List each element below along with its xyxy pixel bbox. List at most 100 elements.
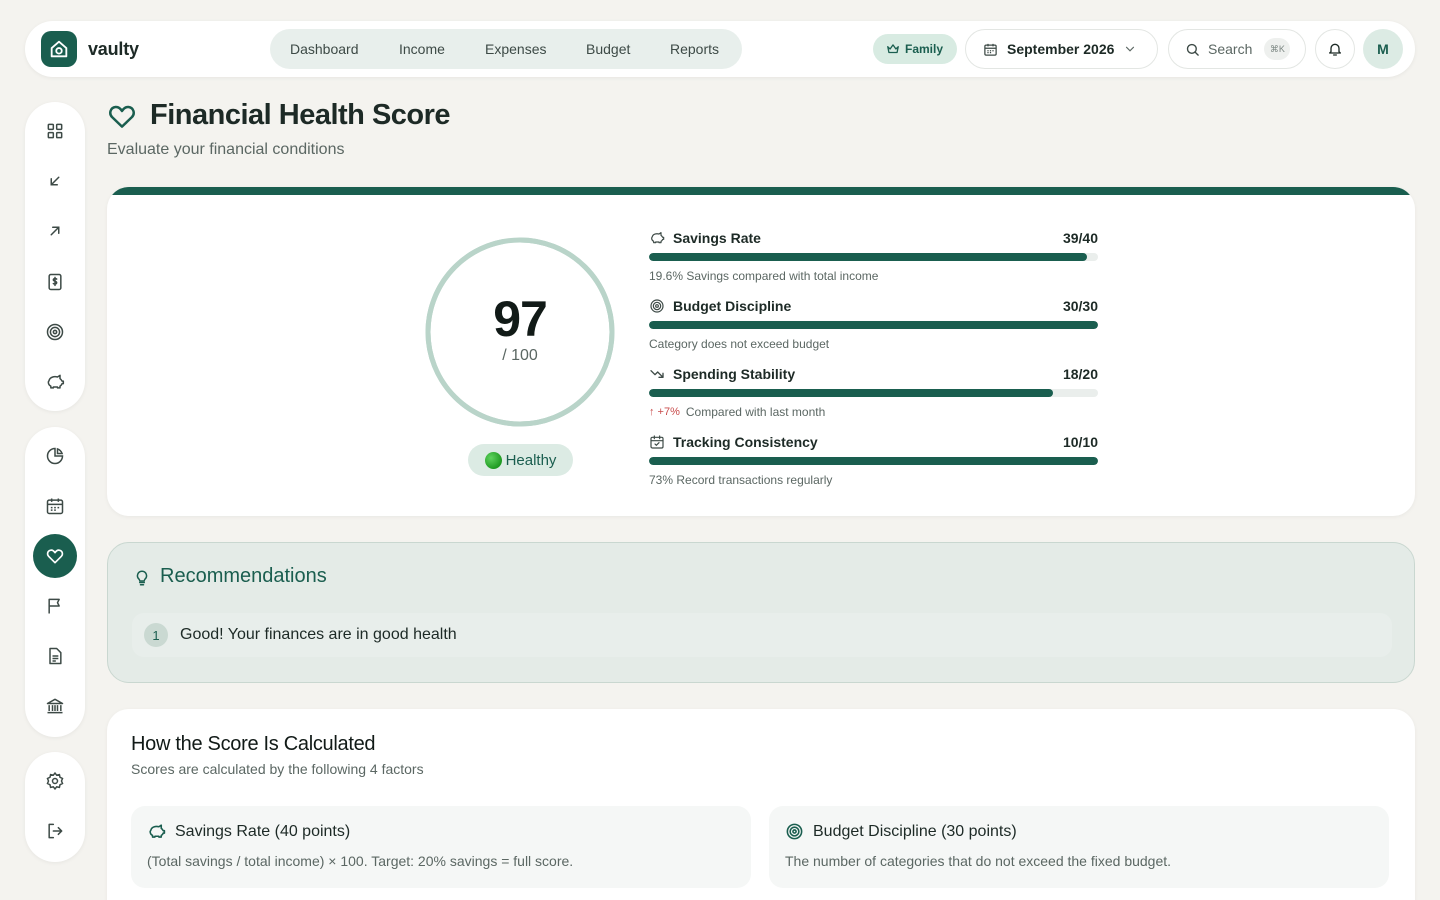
sidebar-item-goals[interactable] — [33, 310, 77, 354]
factor-name: Budget Discipline — [673, 298, 792, 314]
factor-name: Tracking Consistency — [673, 434, 818, 450]
side-rail-primary — [25, 102, 85, 411]
pie-chart-icon — [46, 447, 64, 465]
main-nav: Dashboard Income Expenses Budget Reports — [270, 29, 742, 69]
arrow-up-right-icon — [50, 226, 60, 236]
month-selector[interactable]: September 2026 — [965, 29, 1158, 69]
factor-progress-bar — [649, 253, 1098, 261]
factor-savings-rate: Savings Rate 39/40 19.6% Savings compare… — [649, 229, 1098, 283]
calendar-check-icon — [650, 435, 664, 449]
target-icon — [786, 823, 803, 840]
search-button[interactable]: Search ⌘K — [1168, 29, 1306, 69]
arrow-down-left-icon — [50, 176, 60, 186]
factor-budget-discipline: Budget Discipline 30/30 Category does no… — [649, 297, 1098, 351]
factor-progress-fill — [649, 253, 1087, 261]
calculation-card: How the Score Is Calculated Scores are c… — [107, 709, 1415, 900]
sidebar-item-documents[interactable] — [33, 634, 77, 678]
logout-icon — [48, 823, 63, 839]
document-icon — [49, 647, 62, 665]
sidebar-item-settings[interactable] — [33, 759, 77, 803]
status-label: Healthy — [505, 451, 557, 469]
plan-badge[interactable]: Family — [873, 34, 957, 64]
sidebar-item-accounts[interactable] — [33, 684, 77, 728]
factor-progress-bar — [649, 389, 1098, 397]
receipt-dollar-icon — [48, 273, 62, 291]
factor-score: 30/30 — [1062, 298, 1098, 314]
factor-note: Compared with last month — [685, 405, 826, 419]
sidebar-item-income[interactable] — [33, 159, 77, 203]
trend-indicator: ↑ +7% — [649, 406, 680, 418]
heart-icon — [106, 101, 138, 131]
target-icon — [46, 323, 64, 341]
heart-icon — [46, 549, 64, 564]
side-rail-secondary — [25, 427, 85, 737]
factor-progress-fill — [649, 457, 1098, 465]
factor-spending-stability: Spending Stability 18/20 ↑ +7% Compared … — [649, 365, 1098, 419]
crown-icon — [887, 44, 899, 54]
flag-icon — [48, 598, 60, 614]
calculation-title: How the Score Is Calculated — [131, 733, 376, 755]
calc-tile-savings-rate: Savings Rate (40 points) (Total savings … — [131, 806, 751, 888]
sidebar-item-savings[interactable] — [33, 360, 77, 404]
nav-item-budget[interactable]: Budget — [586, 41, 670, 57]
sidebar-item-milestones[interactable] — [33, 584, 77, 628]
nav-item-income[interactable]: Income — [399, 41, 485, 57]
calc-tile-name: Savings Rate (40 points) — [175, 822, 351, 840]
sidebar-item-dashboard[interactable] — [33, 109, 77, 153]
trending-down-icon — [650, 370, 664, 378]
nav-item-expenses[interactable]: Expenses — [485, 41, 586, 57]
nav-item-reports[interactable]: Reports — [670, 41, 730, 57]
recommendation-item: 1 Good! Your finances are in good health — [132, 613, 1392, 657]
factor-score: 10/10 — [1062, 434, 1098, 450]
recommendations-title: Recommendations — [160, 565, 327, 587]
factor-progress-fill — [649, 389, 1054, 397]
factor-name: Spending Stability — [673, 366, 796, 382]
sidebar-item-logout[interactable] — [33, 809, 77, 853]
piggy-bank-icon — [651, 232, 665, 244]
sidebar-item-health[interactable] — [33, 534, 77, 578]
avatar[interactable]: M — [1363, 29, 1403, 69]
score-max: / 100 — [502, 347, 538, 364]
calculation-subtitle: Scores are calculated by the following 4… — [131, 761, 424, 777]
calc-tile-budget-discipline: Budget Discipline (30 points) The number… — [769, 806, 1389, 888]
plan-badge-label: Family — [905, 42, 944, 56]
sidebar-item-expenses[interactable] — [33, 209, 77, 253]
sidebar-item-calendar[interactable] — [33, 484, 77, 528]
calc-tile-desc: (Total savings / total income) × 100. Ta… — [147, 853, 574, 869]
factor-score: 18/20 — [1062, 366, 1098, 382]
top-bar: vaulty Dashboard Income Expenses Budget … — [25, 21, 1415, 77]
factor-score: 39/40 — [1062, 230, 1098, 246]
sidebar-item-analytics[interactable] — [33, 434, 77, 478]
piggy-bank-icon — [149, 824, 166, 838]
search-label: Search — [1208, 41, 1253, 57]
piggy-bank-icon — [47, 374, 65, 389]
chevron-down-icon — [1126, 46, 1135, 52]
status-badge: Healthy — [468, 444, 573, 476]
recommendation-number: 1 — [144, 623, 168, 647]
side-rail-footer — [25, 752, 85, 862]
search-icon — [1186, 43, 1199, 56]
bell-icon — [1329, 43, 1341, 56]
score-card: 97 / 100 Healthy Savings Rate 39/40 19.6… — [107, 187, 1415, 516]
factor-name: Savings Rate — [673, 230, 761, 246]
search-shortcut: ⌘K — [1264, 38, 1291, 60]
score-value: 97 — [493, 291, 548, 347]
calendar-icon — [46, 498, 64, 515]
factor-progress-bar — [649, 457, 1098, 465]
lightbulb-icon — [136, 570, 148, 586]
nav-item-dashboard[interactable]: Dashboard — [290, 41, 399, 57]
score-card-accent — [107, 187, 1415, 195]
factor-progress-bar — [649, 321, 1098, 329]
month-label: September 2026 — [1007, 41, 1115, 57]
logo-icon[interactable] — [41, 31, 77, 67]
calc-tile-name: Budget Discipline (30 points) — [813, 822, 1017, 840]
factor-progress-fill — [649, 321, 1098, 329]
page-title: Financial Health Score — [150, 99, 451, 131]
brand-name[interactable]: vaulty — [88, 39, 139, 60]
factor-note: Category does not exceed budget — [649, 337, 830, 351]
sidebar-item-budget[interactable] — [33, 260, 77, 304]
recommendation-text: Good! Your finances are in good health — [180, 626, 457, 643]
factor-tracking-consistency: Tracking Consistency 10/10 73% Record tr… — [649, 433, 1098, 487]
notifications-button[interactable] — [1315, 29, 1355, 69]
factor-note: 19.6% Savings compared with total income — [649, 269, 879, 283]
